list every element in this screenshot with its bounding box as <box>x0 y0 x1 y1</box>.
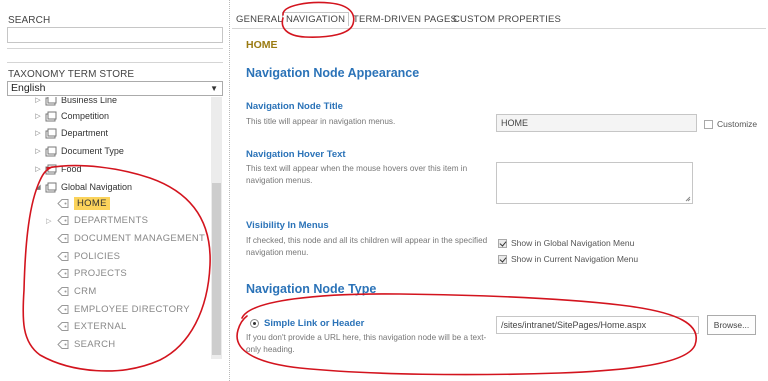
term-title: HOME <box>246 39 278 51</box>
checkbox[interactable] <box>498 238 507 248</box>
term-item[interactable]: EMPLOYEE DIRECTORY <box>43 301 190 318</box>
term-set-item[interactable]: ▷ Food <box>33 161 82 177</box>
title-field[interactable]: HOME <box>496 114 697 132</box>
title-label: Navigation Node Title <box>246 101 343 112</box>
term-set-item-open[interactable]: ◢ Global Navigation <box>33 179 132 195</box>
show-current-checkbox[interactable]: Show in Current Navigation Menu <box>498 254 638 264</box>
tag-icon <box>57 234 69 243</box>
divider <box>7 48 223 49</box>
tab-navigation[interactable]: NAVIGATION <box>282 12 350 26</box>
expand-icon[interactable]: ▷ <box>33 129 43 137</box>
divider <box>7 62 223 63</box>
term-item[interactable]: DOCUMENT MANAGEMENT <box>43 230 205 247</box>
chevron-down-icon: ▼ <box>210 84 218 93</box>
tag-icon <box>57 287 69 296</box>
term-label: EMPLOYEE DIRECTORY <box>74 304 190 315</box>
term-item[interactable]: PROJECTS <box>43 265 127 282</box>
term-set-icon <box>45 146 57 156</box>
visibility-description: If checked, this node and all its childr… <box>246 236 488 257</box>
customize-checkbox[interactable]: Customize <box>704 119 757 129</box>
title-description: This title will appear in navigation men… <box>246 117 396 126</box>
hover-description: This text will appear when the mouse hov… <box>246 164 468 185</box>
term-label: CRM <box>74 286 97 297</box>
left-pane: SEARCH TAXONOMY TERM STORE English ▼ ▷ B… <box>0 0 228 381</box>
properties-pane: GENERAL NAVIGATION TERM-DRIVEN PAGES CUS… <box>230 0 768 381</box>
language-value: English <box>11 82 46 94</box>
simple-link-description: If you don't provide a URL here, this na… <box>246 333 487 354</box>
tag-icon <box>57 199 69 208</box>
browse-button[interactable]: Browse... <box>707 315 756 335</box>
scrollbar-thumb[interactable] <box>212 183 221 355</box>
term-set-icon <box>45 182 57 192</box>
term-set-label: Competition <box>61 111 110 121</box>
term-label: EXTERNAL <box>74 321 127 332</box>
term-set-item[interactable]: ▷ Competition <box>33 108 109 124</box>
tree-scrollbar[interactable] <box>211 97 222 359</box>
term-set-icon <box>45 97 57 105</box>
customize-label: Customize <box>717 119 758 129</box>
expand-icon[interactable]: ▷ <box>33 97 43 104</box>
term-item[interactable]: CRM <box>43 283 97 300</box>
language-select[interactable]: English ▼ <box>7 81 223 96</box>
search-input[interactable] <box>7 27 223 43</box>
term-item[interactable]: POLICIES <box>43 248 120 265</box>
term-item[interactable]: SEARCH <box>43 336 115 353</box>
term-set-icon <box>45 111 57 121</box>
checkbox[interactable] <box>498 254 507 264</box>
term-item[interactable]: EXTERNAL <box>43 318 127 335</box>
term-set-label: Food <box>61 164 82 174</box>
expand-icon[interactable]: ▷ <box>33 165 43 173</box>
tag-icon <box>57 252 69 261</box>
show-global-label: Show in Global Navigation Menu <box>511 238 635 248</box>
hover-text-area[interactable] <box>496 162 693 204</box>
checkbox[interactable] <box>704 119 713 129</box>
visibility-label: Visibility In Menus <box>246 220 329 231</box>
tab-general[interactable]: GENERAL <box>236 14 283 25</box>
term-set-label: Global Navigation <box>61 182 133 192</box>
term-set-item[interactable]: ▷ Business Line <box>33 97 117 108</box>
tag-icon <box>57 305 69 314</box>
term-set-label: Document Type <box>61 146 124 156</box>
term-set-label: Business Line <box>61 97 118 105</box>
term-item[interactable]: ▷ DEPARTMENTS <box>43 212 148 229</box>
simple-link-radio[interactable]: Simple Link or Header <box>250 318 364 329</box>
term-set-icon <box>45 128 57 138</box>
tag-icon <box>57 269 69 278</box>
tab-custom-properties[interactable]: CUSTOM PROPERTIES <box>453 14 561 25</box>
collapse-icon[interactable]: ◢ <box>33 183 43 191</box>
term-label: PROJECTS <box>74 268 128 279</box>
tab-term-driven-pages[interactable]: TERM-DRIVEN PAGES <box>353 14 457 25</box>
tabs-divider <box>232 28 766 29</box>
term-label: SEARCH <box>74 339 116 350</box>
term-label: HOME <box>74 197 110 210</box>
term-label: POLICIES <box>74 251 121 262</box>
search-label: SEARCH <box>8 15 51 26</box>
term-store-label: TAXONOMY TERM STORE <box>8 69 135 80</box>
term-set-item[interactable]: ▷ Document Type <box>33 143 124 159</box>
expand-icon[interactable]: ▷ <box>33 147 43 155</box>
appearance-heading: Navigation Node Appearance <box>246 66 420 80</box>
term-label: DEPARTMENTS <box>74 215 149 226</box>
term-set-item[interactable]: ▷ Department <box>33 125 108 141</box>
tag-icon <box>57 340 69 349</box>
tag-icon <box>57 216 69 225</box>
term-set-label: Department <box>61 128 109 138</box>
hover-label: Navigation Hover Text <box>246 149 346 160</box>
radio-button[interactable] <box>250 319 259 328</box>
resize-grip-icon[interactable] <box>685 196 691 202</box>
term-set-icon <box>45 164 57 174</box>
show-current-label: Show in Current Navigation Menu <box>511 254 639 264</box>
expand-icon[interactable]: ▷ <box>33 112 43 120</box>
expand-icon[interactable]: ▷ <box>43 217 55 225</box>
node-type-heading: Navigation Node Type <box>246 282 377 296</box>
term-label: DOCUMENT MANAGEMENT <box>74 233 206 244</box>
term-item-selected[interactable]: HOME <box>43 195 110 212</box>
tag-icon <box>57 322 69 331</box>
simple-link-label: Simple Link or Header <box>264 318 365 329</box>
url-field[interactable]: /sites/intranet/SitePages/Home.aspx <box>496 316 699 334</box>
show-global-checkbox[interactable]: Show in Global Navigation Menu <box>498 238 634 248</box>
taxonomy-tree: ▷ Business Line ▷ Competition ▷ Departme… <box>7 97 223 359</box>
